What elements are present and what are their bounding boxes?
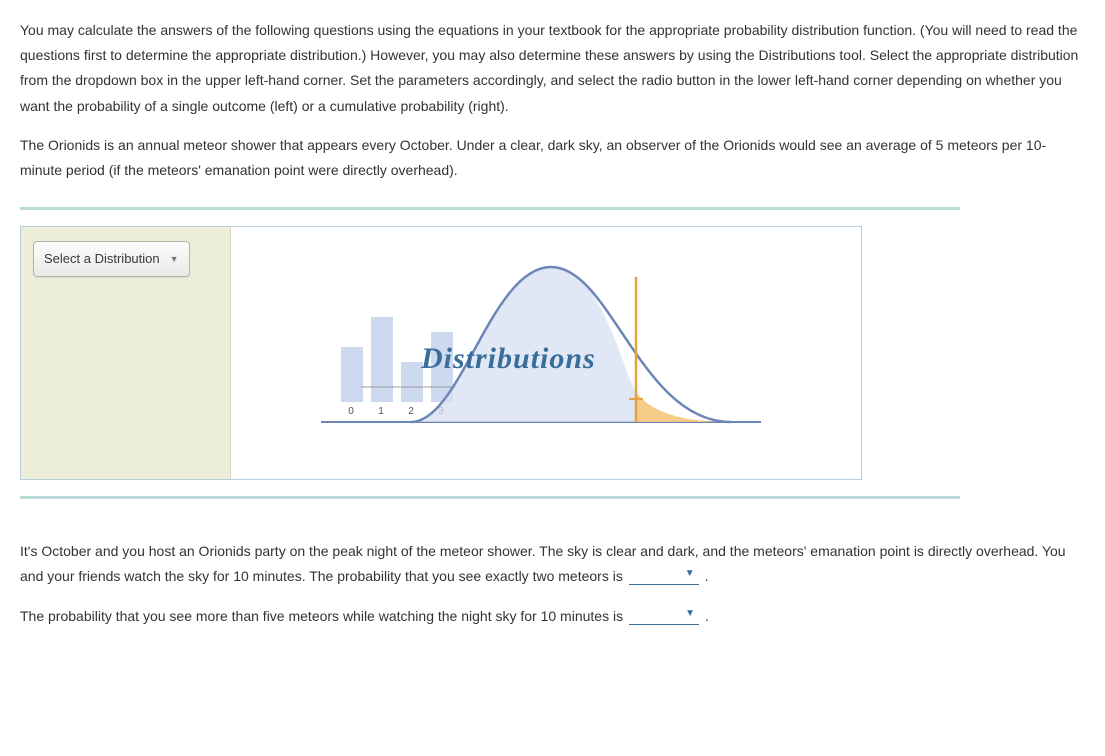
question-2-text: The probability that you see more than f…	[20, 608, 627, 624]
divider-top	[20, 207, 960, 210]
question-2-post: .	[705, 608, 709, 624]
question-1: It's October and you host an Orionids pa…	[20, 539, 1085, 589]
bar-1	[371, 317, 393, 402]
distributions-tool-container: Select a Distribution ▼ 0 1 2 3	[20, 207, 1085, 499]
bar-2	[401, 362, 423, 402]
answer-dropdown-1[interactable]: ▼	[629, 565, 699, 585]
intro-paragraph-1: You may calculate the answers of the fol…	[20, 18, 1085, 119]
chevron-down-icon: ▼	[685, 605, 695, 623]
question-2: The probability that you see more than f…	[20, 604, 1085, 629]
tool-canvas: 0 1 2 3 Distributions	[231, 227, 861, 479]
axis-tick-1: 1	[378, 406, 384, 417]
axis-tick-0: 0	[348, 406, 354, 417]
distributions-tool: Select a Distribution ▼ 0 1 2 3	[20, 226, 862, 480]
bar-0	[341, 347, 363, 402]
axis-tick-2: 2	[408, 406, 414, 417]
chevron-down-icon: ▼	[170, 251, 179, 267]
distribution-select-label: Select a Distribution	[44, 247, 160, 270]
intro-paragraph-2: The Orionids is an annual meteor shower …	[20, 133, 1085, 183]
answer-1-value	[633, 567, 685, 581]
answer-2-value	[633, 607, 685, 621]
question-1-post: .	[705, 568, 709, 584]
tool-sidebar: Select a Distribution ▼	[21, 227, 231, 479]
chevron-down-icon: ▼	[685, 565, 695, 583]
answer-dropdown-2[interactable]: ▼	[629, 605, 699, 625]
question-1-text: It's October and you host an Orionids pa…	[20, 543, 1066, 584]
chart-title: Distributions	[421, 332, 596, 386]
divider-bottom	[20, 496, 960, 499]
distribution-select[interactable]: Select a Distribution ▼	[33, 241, 190, 276]
